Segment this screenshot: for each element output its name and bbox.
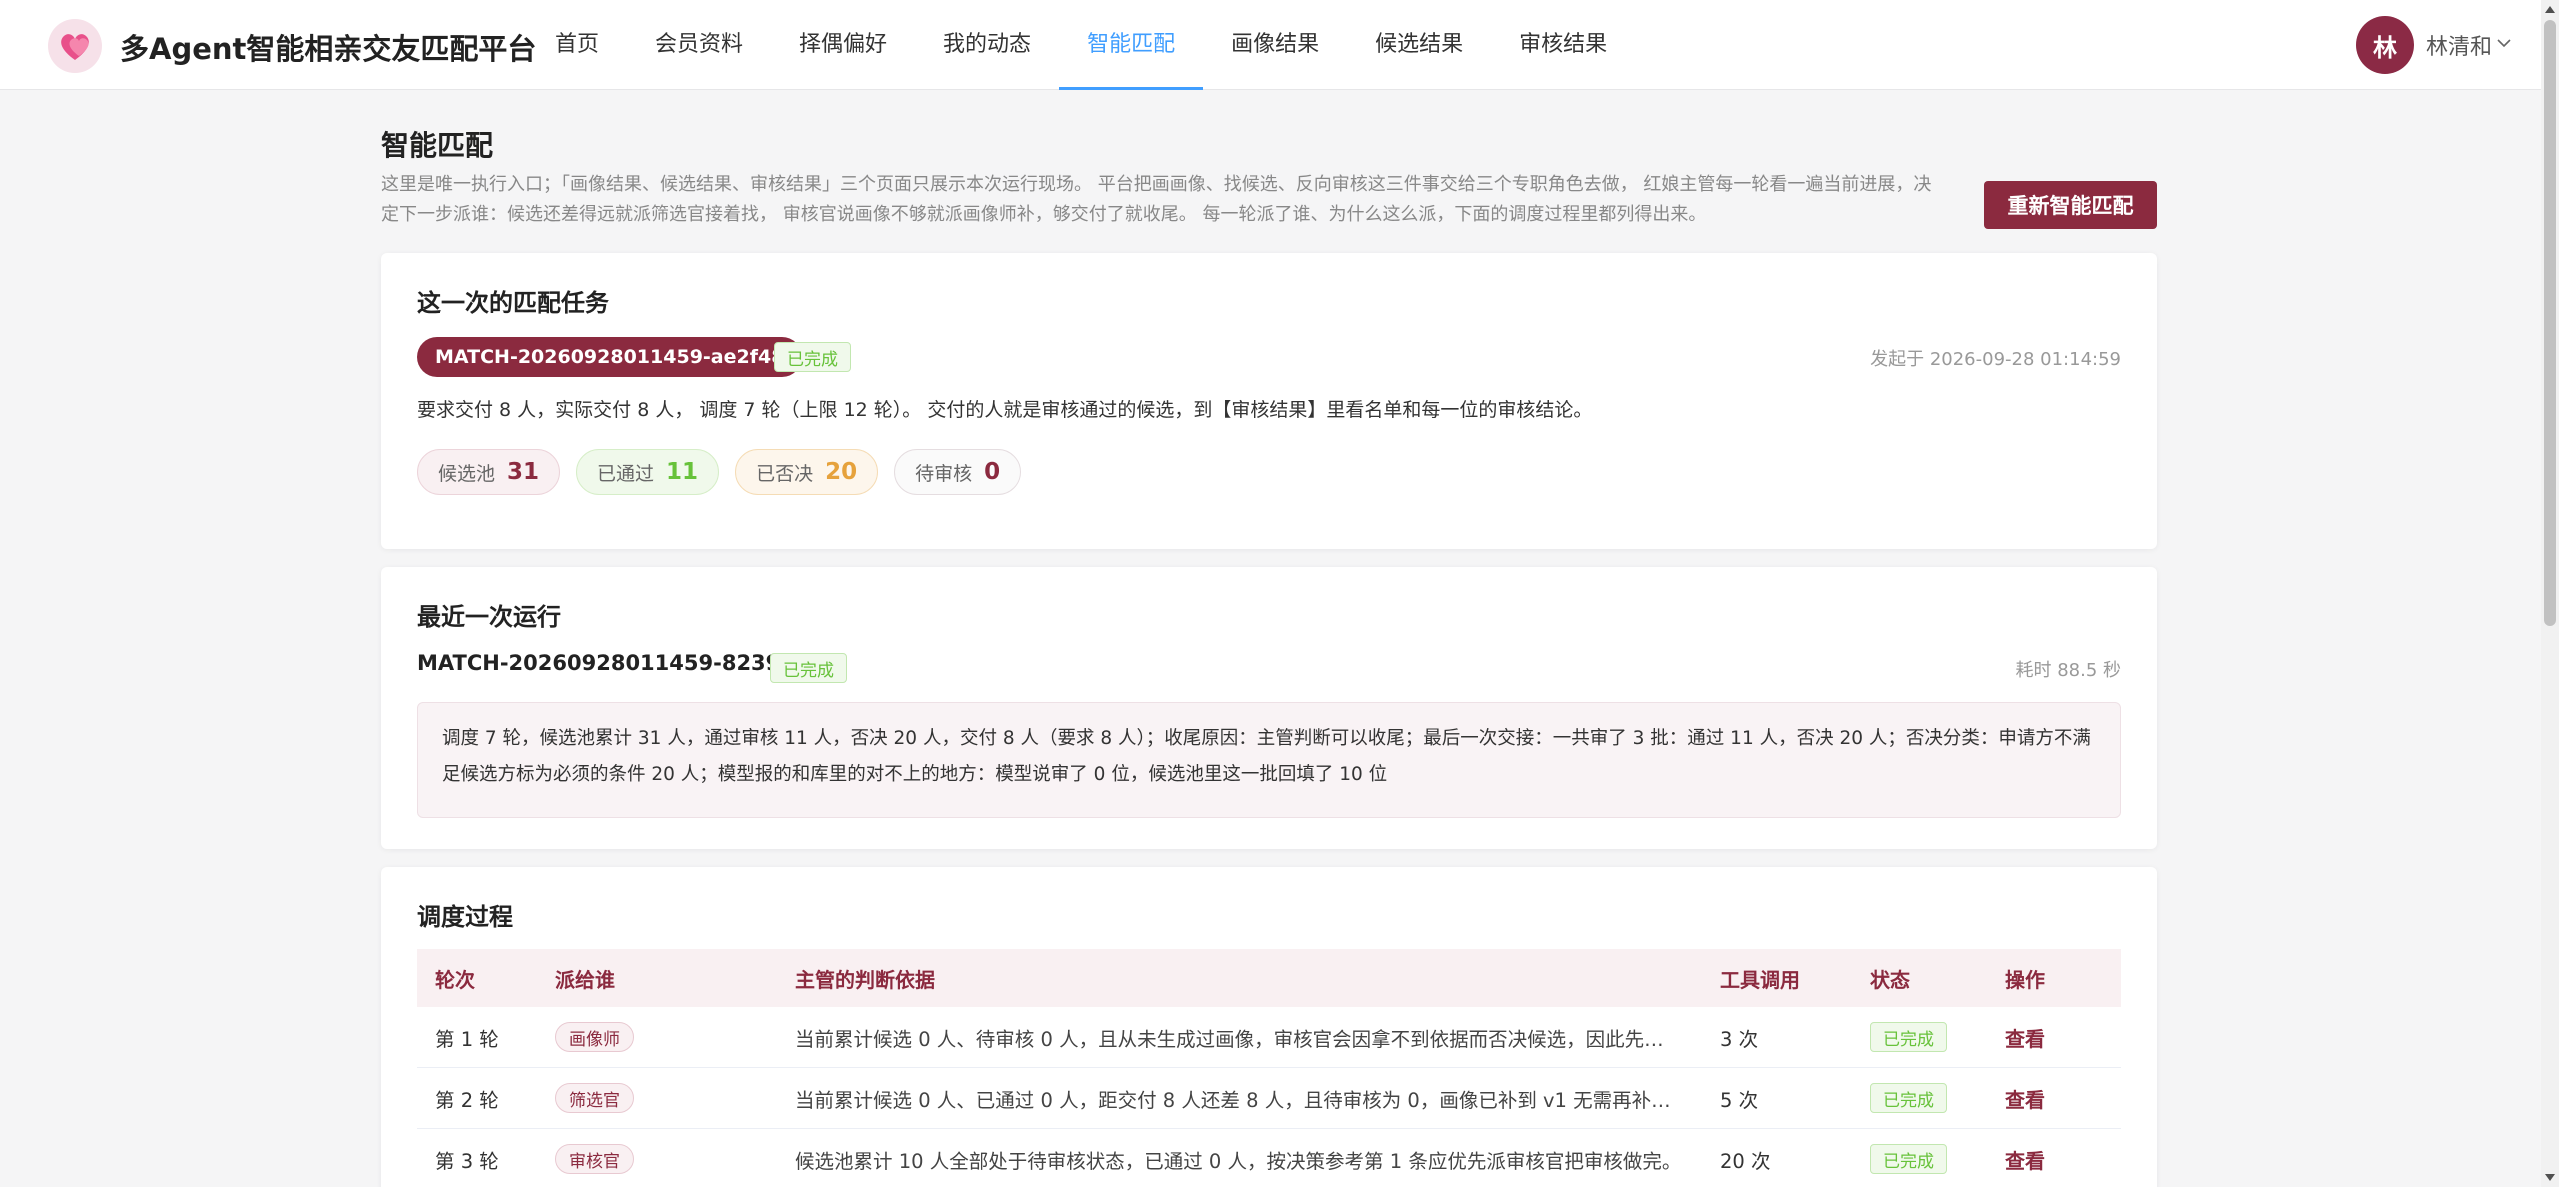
task-status-badge: 已完成: [774, 342, 851, 372]
tool-calls-cell: 5 次: [1720, 1088, 1759, 1112]
stat-label: 候选池: [438, 462, 496, 485]
status-badge: 已完成: [1870, 1022, 1947, 1052]
role-cell: 审核官: [537, 1144, 777, 1174]
col-reason: 主管的判断依据: [795, 967, 935, 992]
page-scrollbar[interactable]: [2541, 0, 2559, 1187]
stat-pending: 待审核 0: [894, 449, 1022, 495]
stat-label: 已通过: [597, 462, 655, 485]
nav-member-profile[interactable]: 会员资料: [627, 0, 771, 90]
table-row: 第 2 轮 筛选官 当前累计候选 0 人、已通过 0 人，距交付 8 人还差 8…: [417, 1068, 2121, 1129]
task-summary: 要求交付 8 人，实际交付 8 人， 调度 7 轮（上限 12 轮）。 交付的人…: [417, 399, 1593, 421]
last-run-title: 最近一次运行: [417, 603, 561, 631]
view-link[interactable]: 查看: [2005, 1088, 2045, 1112]
role-cell: 画像师: [537, 1022, 777, 1052]
action-cell: 查看: [1987, 1145, 2121, 1174]
stat-label: 待审核: [915, 462, 973, 485]
task-id-badge: MATCH-20260928011459-ae2f48: [417, 337, 803, 377]
reason-cell: 当前累计候选 0 人、已通过 0 人，距交付 8 人还差 8 人，且待审核为 0…: [795, 1088, 1702, 1112]
status-badge: 已完成: [1870, 1144, 1947, 1174]
reason-cell: 候选池累计 10 人全部处于待审核状态，已通过 0 人，按决策参考第 1 条应优…: [795, 1149, 1682, 1173]
round-cell: 第 3 轮: [435, 1149, 499, 1173]
table-row: 第 1 轮 画像师 当前累计候选 0 人、待审核 0 人，且从未生成过画像，审核…: [417, 1007, 2121, 1068]
user-menu[interactable]: 林 林清和: [2356, 16, 2512, 74]
col-tool-calls: 工具调用: [1720, 967, 1800, 992]
view-link[interactable]: 查看: [2005, 1149, 2045, 1173]
status-cell: 已完成: [1852, 1144, 1987, 1174]
page-description: 这里是唯一执行入口；「画像结果、候选结果、审核结果」三个页面只展示本次运行现场。…: [381, 174, 1932, 225]
round-cell: 第 1 轮: [435, 1027, 499, 1051]
col-round: 轮次: [435, 967, 475, 992]
col-action: 操作: [2005, 967, 2045, 992]
task-started-at: 发起于 2026-09-28 01:14:59: [1870, 349, 2121, 370]
col-status: 状态: [1870, 967, 1910, 992]
task-stats: 候选池 31 已通过 11 已否决 20 待审核 0: [417, 449, 1022, 495]
stat-value: 20: [825, 459, 858, 485]
dispatch-title: 调度过程: [417, 903, 513, 931]
tool-calls-cell: 20 次: [1720, 1149, 1771, 1173]
nav-my-activity[interactable]: 我的动态: [915, 0, 1059, 90]
role-cell: 筛选官: [537, 1083, 777, 1113]
top-header: 多Agent智能相亲交友匹配平台 首页 会员资料 择偶偏好 我的动态 智能匹配 …: [0, 0, 2541, 90]
view-link[interactable]: 查看: [2005, 1027, 2045, 1051]
run-duration: 耗时 88.5 秒: [2015, 660, 2121, 681]
role-tag: 审核官: [555, 1144, 634, 1174]
chevron-down-icon[interactable]: [2496, 35, 2512, 55]
status-cell: 已完成: [1852, 1022, 1987, 1052]
brand-title: 多Agent智能相亲交友匹配平台: [120, 32, 537, 66]
stat-label: 已否决: [756, 462, 814, 485]
user-name[interactable]: 林清和: [2426, 29, 2492, 61]
status-cell: 已完成: [1852, 1083, 1987, 1113]
task-card-title: 这一次的匹配任务: [417, 289, 609, 317]
nav-partner-preference[interactable]: 择偶偏好: [771, 0, 915, 90]
run-status-badge: 已完成: [770, 653, 847, 683]
main-nav: 首页 会员资料 择偶偏好 我的动态 智能匹配 画像结果 候选结果 审核结果: [527, 0, 1635, 90]
run-summary: 调度 7 轮，候选池累计 31 人，通过审核 11 人，否决 20 人，交付 8…: [417, 702, 2121, 818]
action-cell: 查看: [1987, 1023, 2121, 1052]
stat-candidate-pool: 候选池 31: [417, 449, 561, 495]
dispatch-table: 轮次 派给谁 主管的判断依据 工具调用 状态 操作 第 1 轮 画像师 当前累计…: [417, 949, 2121, 1187]
nav-review-results[interactable]: 审核结果: [1491, 0, 1635, 90]
stat-value: 0: [984, 459, 1001, 485]
nav-home[interactable]: 首页: [527, 0, 627, 90]
table-row: 第 3 轮 审核官 候选池累计 10 人全部处于待审核状态，已通过 0 人，按决…: [417, 1129, 2121, 1187]
nav-portrait-results[interactable]: 画像结果: [1203, 0, 1347, 90]
stat-passed: 已通过 11: [576, 449, 720, 495]
page-title: 智能匹配: [381, 129, 494, 162]
scroll-thumb[interactable]: [2544, 20, 2556, 626]
scroll-down-arrow-icon[interactable]: [2545, 1174, 2555, 1181]
task-card: 这一次的匹配任务 MATCH-20260928011459-ae2f48 已完成…: [381, 253, 2157, 549]
dispatch-card: 调度过程 轮次 派给谁 主管的判断依据 工具调用 状态 操作 第 1 轮 画像师…: [381, 867, 2157, 1187]
status-badge: 已完成: [1870, 1083, 1947, 1113]
nav-candidate-results[interactable]: 候选结果: [1347, 0, 1491, 90]
col-role: 派给谁: [555, 967, 615, 992]
role-tag: 画像师: [555, 1022, 634, 1052]
table-header: 轮次 派给谁 主管的判断依据 工具调用 状态 操作: [417, 949, 2121, 1007]
avatar[interactable]: 林: [2356, 16, 2414, 74]
role-tag: 筛选官: [555, 1083, 634, 1113]
last-run-card: 最近一次运行 MATCH-20260928011459-823985 已完成 耗…: [381, 567, 2157, 849]
stat-value: 11: [666, 459, 699, 485]
rematch-button[interactable]: 重新智能匹配: [1984, 181, 2157, 229]
tool-calls-cell: 3 次: [1720, 1027, 1759, 1051]
reason-cell: 当前累计候选 0 人、待审核 0 人，且从未生成过画像，审核官会因拿不到依据而否…: [795, 1027, 1702, 1051]
scroll-up-arrow-icon[interactable]: [2545, 6, 2555, 13]
round-cell: 第 2 轮: [435, 1088, 499, 1112]
run-id: MATCH-20260928011459-823985: [417, 651, 810, 675]
action-cell: 查看: [1987, 1084, 2121, 1113]
stat-value: 31: [507, 459, 540, 485]
nav-smart-match[interactable]: 智能匹配: [1059, 0, 1204, 90]
heart-logo-icon[interactable]: [48, 19, 102, 73]
stat-rejected: 已否决 20: [735, 449, 879, 495]
